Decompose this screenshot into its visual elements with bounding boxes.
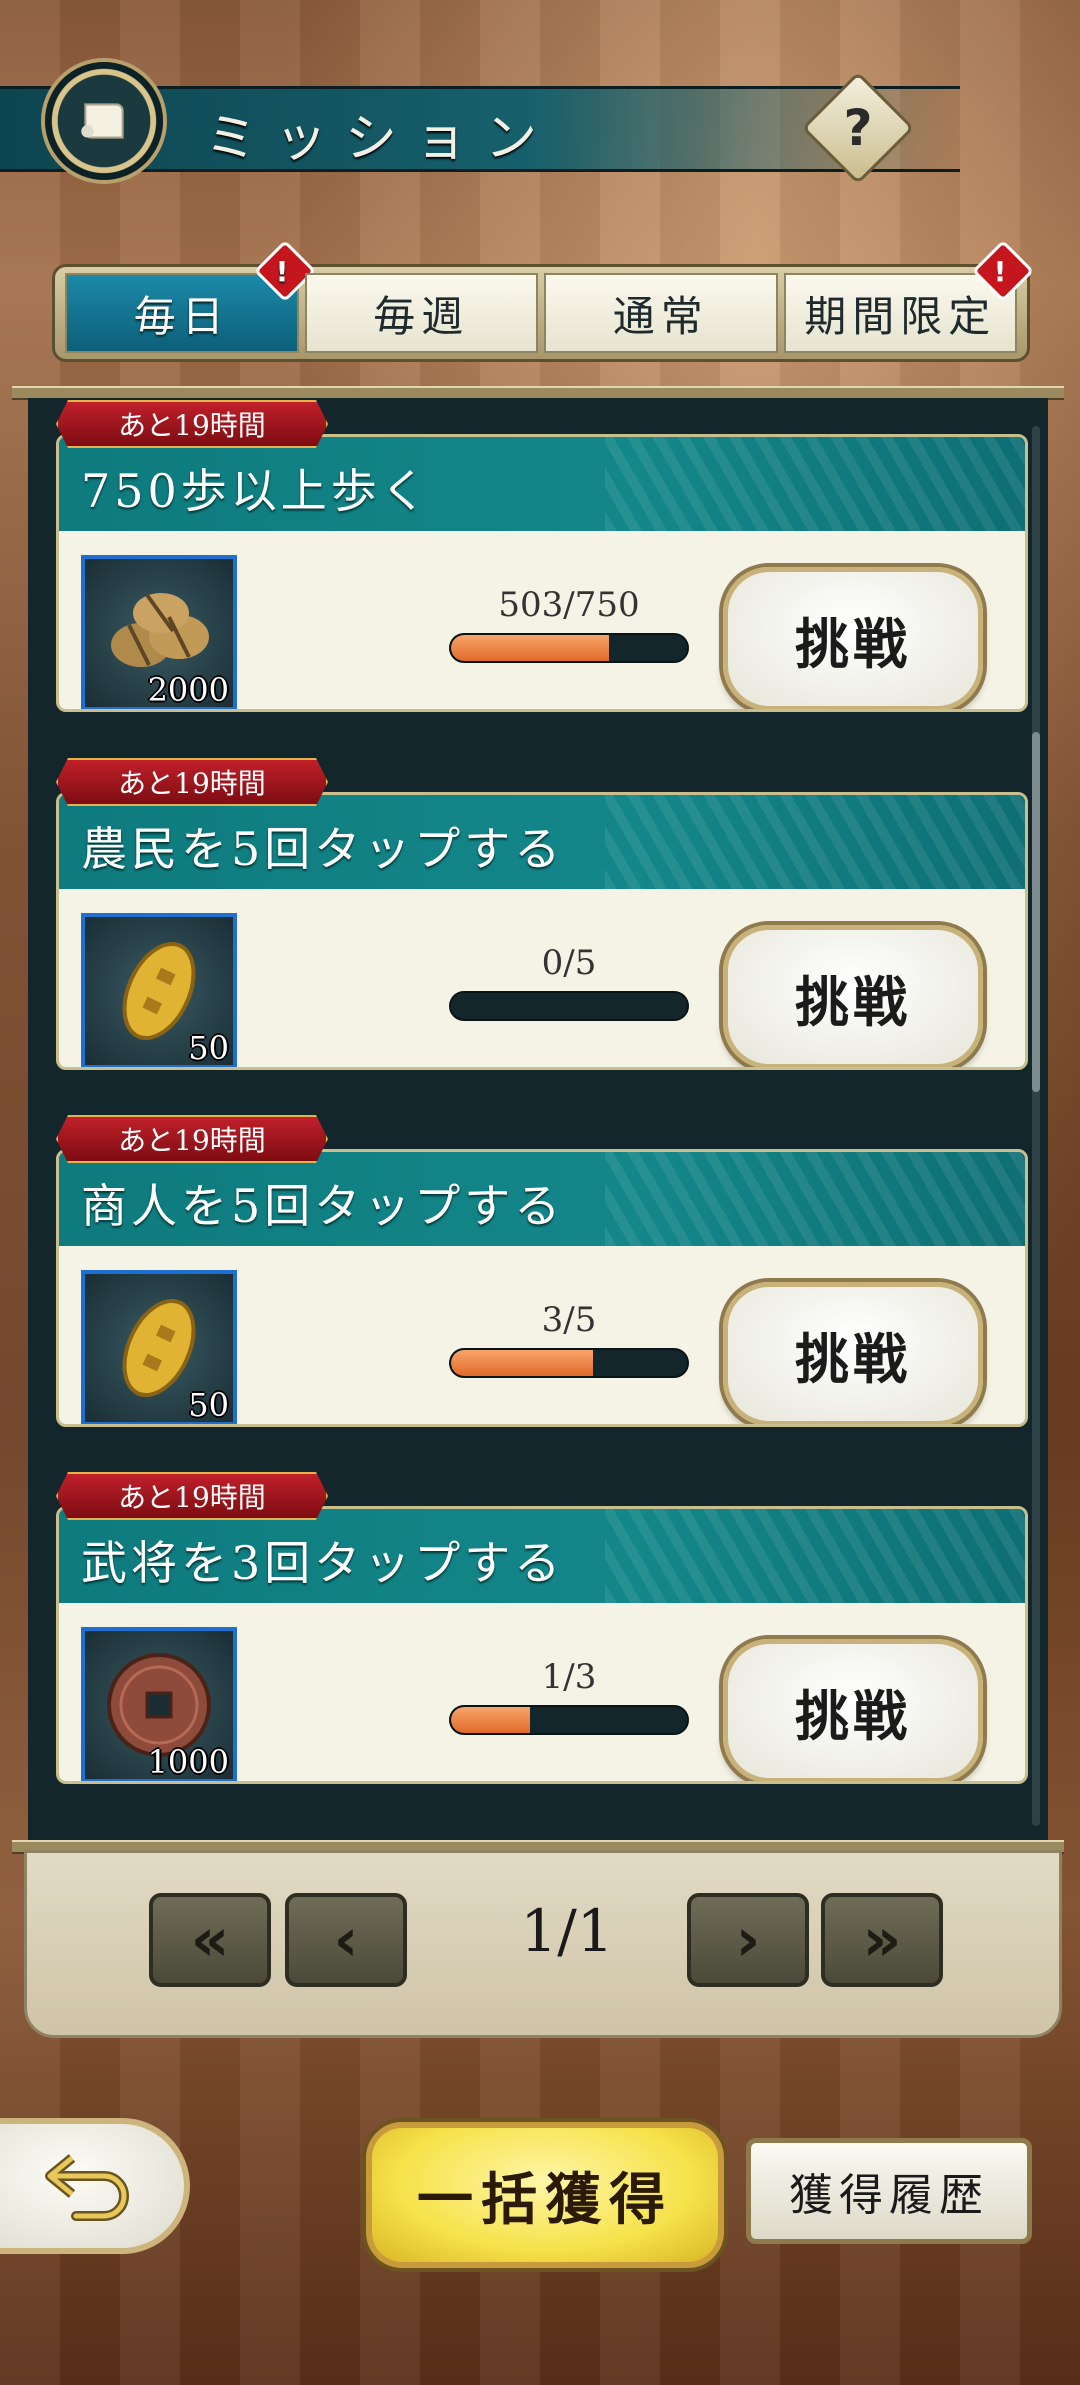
time-left-badge: あと19時間 xyxy=(56,758,328,806)
back-arrow-icon xyxy=(45,2154,129,2221)
mission-body: 商人を5回タップする 50 3/5 挑戦 xyxy=(56,1149,1028,1427)
next-page-button[interactable]: › xyxy=(687,1893,809,1987)
progress-fill xyxy=(451,1707,530,1733)
challenge-button[interactable]: 挑戦 xyxy=(723,1282,983,1424)
back-button[interactable] xyxy=(0,2118,190,2254)
progress-bar xyxy=(449,1348,689,1378)
history-button[interactable]: 獲得履歴 xyxy=(746,2138,1032,2244)
pagination: « ‹ 1/1 › » xyxy=(24,1850,1062,2038)
challenge-button[interactable]: 挑戦 xyxy=(723,925,983,1067)
reward-item[interactable]: 50 xyxy=(81,913,237,1067)
question-icon: ? xyxy=(843,99,873,157)
prev-page-button[interactable]: ‹ xyxy=(285,1893,407,1987)
first-page-button[interactable]: « xyxy=(149,1893,271,1987)
tab-daily[interactable]: 毎日 ! xyxy=(65,239,316,353)
reward-count: 2000 xyxy=(147,671,229,709)
progress-text: 503/750 xyxy=(498,585,640,625)
mission-title: 750歩以上歩く xyxy=(81,464,431,518)
mission-card: 農民を5回タップする 50 0/5 挑戦 あと19時間 xyxy=(56,758,1028,1070)
progress-bar xyxy=(449,991,689,1021)
mission-card: 750歩以上歩く 2000 503/750 挑戦 あと19時間 xyxy=(56,400,1028,712)
progress-bar xyxy=(449,1705,689,1735)
mission-title: 農民を5回タップする xyxy=(81,822,565,876)
progress-text: 0/5 xyxy=(541,943,597,983)
last-page-button[interactable]: » xyxy=(821,1893,943,1987)
tab-normal[interactable]: 通常 xyxy=(544,273,778,353)
time-left-badge: あと19時間 xyxy=(56,1115,328,1163)
mission-card: 武将を3回タップする 1000 1/3 挑戦 あと19時間 xyxy=(56,1472,1028,1784)
mission-card: 商人を5回タップする 50 3/5 挑戦 あと19時間 xyxy=(56,1115,1028,1427)
reward-count: 1000 xyxy=(147,1743,229,1781)
reward-count: 50 xyxy=(188,1386,229,1424)
tab-label: 毎日 xyxy=(133,291,230,341)
mission-body: 農民を5回タップする 50 0/5 挑戦 xyxy=(56,792,1028,1070)
progress-text: 3/5 xyxy=(541,1300,597,1340)
progress-text: 1/3 xyxy=(541,1657,597,1697)
challenge-button[interactable]: 挑戦 xyxy=(723,1639,983,1781)
challenge-button[interactable]: 挑戦 xyxy=(723,567,983,709)
scroll-emblem-icon xyxy=(45,62,163,180)
progress-fill xyxy=(451,635,610,661)
progress-fill xyxy=(451,1350,593,1376)
reward-item[interactable]: 50 xyxy=(81,1270,237,1424)
tab-label: 通常 xyxy=(612,291,709,341)
collect-all-button[interactable]: 一括獲得 xyxy=(366,2122,724,2268)
reward-count: 50 xyxy=(188,1029,229,1067)
page-title: ミッション xyxy=(205,109,556,169)
reward-item[interactable]: 2000 xyxy=(81,555,237,709)
reward-item[interactable]: 1000 xyxy=(81,1627,237,1781)
scrollbar-thumb[interactable] xyxy=(1032,732,1040,1092)
page-indicator: 1/1 xyxy=(520,1897,614,1965)
time-left-badge: あと19時間 xyxy=(56,1472,328,1520)
scrollbar-track[interactable] xyxy=(1032,426,1040,1826)
mission-title: 武将を3回タップする xyxy=(81,1536,565,1590)
time-left-badge: あと19時間 xyxy=(56,400,328,448)
progress-bar xyxy=(449,633,689,663)
tab-weekly[interactable]: 毎週 xyxy=(304,273,538,353)
tab-label: 期間限定 xyxy=(804,291,997,341)
mission-body: 武将を3回タップする 1000 1/3 挑戦 xyxy=(56,1506,1028,1784)
mission-title: 商人を5回タップする xyxy=(81,1179,565,1233)
tab-label: 毎週 xyxy=(373,291,470,341)
mission-body: 750歩以上歩く 2000 503/750 挑戦 xyxy=(56,434,1028,712)
tab-limited[interactable]: 期間限定 ! xyxy=(783,239,1035,353)
mission-tabs: 毎日 ! 毎週 通常 期間限定 ! xyxy=(52,239,1035,362)
